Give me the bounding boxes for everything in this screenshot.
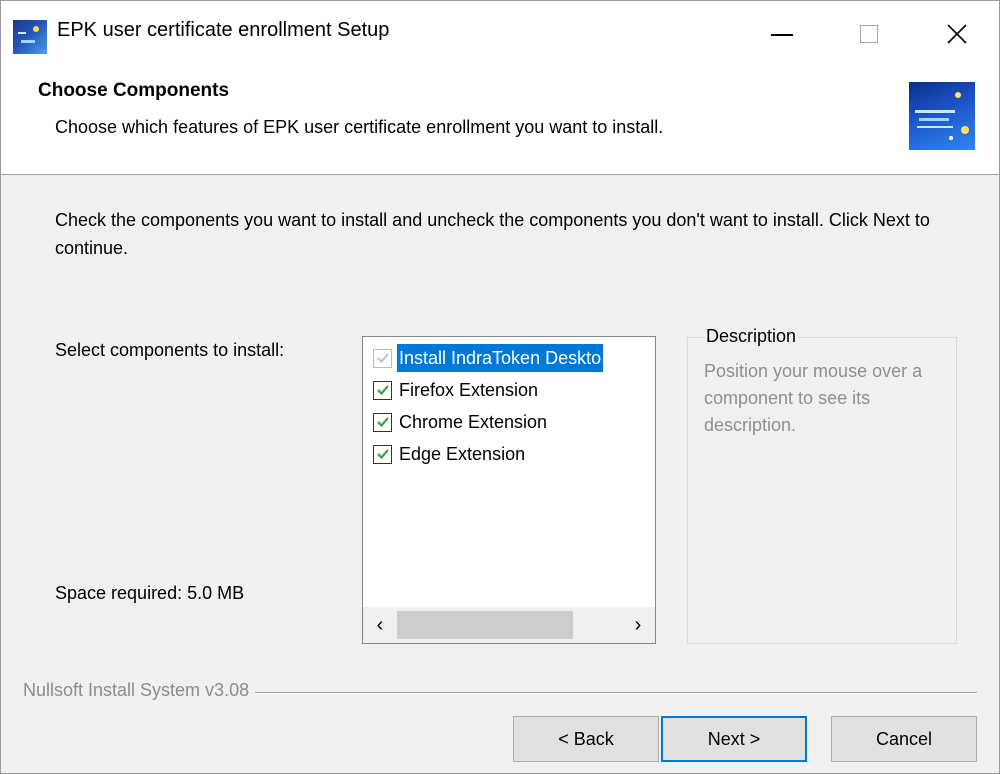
component-label: Install IndraToken Deskto bbox=[397, 344, 604, 372]
description-text: Position your mouse over a component to … bbox=[704, 361, 923, 435]
space-required-label: Space required: 5.0 MB bbox=[55, 583, 245, 603]
minimize-icon bbox=[771, 34, 793, 36]
close-button[interactable] bbox=[911, 1, 1000, 67]
instructions-text: Check the components you want to install… bbox=[55, 210, 930, 258]
component-checkbox[interactable] bbox=[373, 380, 392, 400]
component-item-edge-extension[interactable]: Edge Extension bbox=[373, 439, 527, 469]
horizontal-scrollbar[interactable]: ‹ › bbox=[363, 607, 655, 643]
description-group: Description Position your mouse over a c… bbox=[687, 326, 957, 644]
component-checkbox[interactable] bbox=[373, 412, 392, 432]
page-subtitle: Choose which features of EPK user certif… bbox=[55, 117, 664, 137]
installer-branding: Nullsoft Install System v3.08 bbox=[23, 680, 256, 701]
checkmark-icon bbox=[376, 353, 389, 363]
installer-logo bbox=[909, 82, 975, 150]
description-legend: Description bbox=[704, 326, 799, 347]
minimize-button[interactable] bbox=[736, 1, 828, 67]
back-button[interactable]: < Back bbox=[513, 716, 659, 762]
maximize-icon bbox=[860, 25, 878, 43]
installer-app-icon bbox=[13, 20, 47, 54]
cancel-button[interactable]: Cancel bbox=[831, 716, 977, 762]
scrollbar-thumb[interactable] bbox=[397, 611, 573, 639]
scroll-left-icon[interactable]: ‹ bbox=[363, 607, 397, 643]
checkmark-icon bbox=[376, 449, 389, 459]
page-title: Choose Components bbox=[38, 80, 230, 101]
component-label: Edge Extension bbox=[399, 444, 526, 464]
scroll-right-icon[interactable]: › bbox=[621, 607, 655, 643]
window-title: EPK user certificate enrollment Setup bbox=[57, 19, 390, 41]
component-item-install-indratoken[interactable]: Install IndraToken Deskto bbox=[373, 343, 604, 373]
component-checkbox bbox=[373, 348, 392, 368]
checkmark-icon bbox=[376, 385, 389, 395]
component-checkbox[interactable] bbox=[373, 444, 392, 464]
select-components-label: Select components to install: bbox=[55, 340, 285, 360]
page-header: Choose Components Choose which features … bbox=[1, 67, 999, 175]
title-bar[interactable]: EPK user certificate enrollment Setup bbox=[1, 1, 999, 67]
checkmark-icon bbox=[376, 417, 389, 427]
components-tree[interactable]: Install IndraToken Deskto Firefox Extens… bbox=[362, 336, 656, 644]
component-item-firefox-extension[interactable]: Firefox Extension bbox=[373, 375, 540, 405]
maximize-button bbox=[823, 1, 915, 67]
component-item-chrome-extension[interactable]: Chrome Extension bbox=[373, 407, 549, 437]
installer-window: EPK user certificate enrollment Setup Ch… bbox=[0, 0, 1000, 774]
close-icon bbox=[947, 24, 967, 44]
next-button[interactable]: Next > bbox=[661, 716, 807, 762]
component-label: Firefox Extension bbox=[399, 380, 539, 400]
component-label: Chrome Extension bbox=[399, 412, 548, 432]
